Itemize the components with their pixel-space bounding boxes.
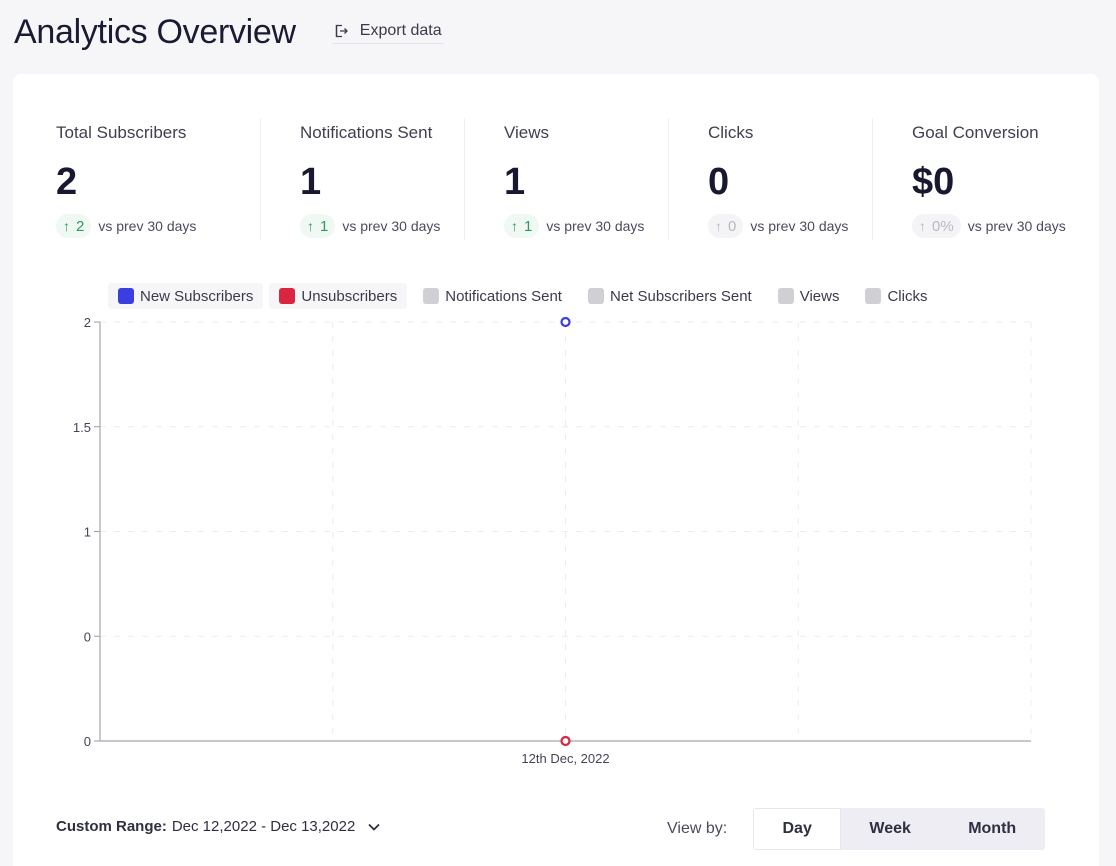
y-tick-label: 0 — [84, 734, 91, 749]
data-point-new-subscribers — [560, 316, 571, 328]
chevron-down-icon — [368, 823, 380, 831]
data-point-unsubscribers — [560, 735, 571, 747]
y-tick-label: 1.5 — [73, 420, 91, 435]
range-value: Dec 12,2022 - Dec 13,2022 — [171, 818, 356, 835]
analytics-card: Total Subscribers 2 ↑ 2 vs prev 30 days N… — [13, 74, 1099, 866]
view-week-button[interactable]: Week — [841, 808, 940, 850]
y-tick-label: 0 — [84, 629, 91, 644]
view-by-control: View by: Day Week Month — [667, 808, 1046, 850]
export-data-label: Export data — [359, 22, 442, 39]
export-icon — [335, 24, 348, 38]
view-day-button[interactable]: Day — [753, 808, 842, 850]
page-title: Analytics Overview — [14, 12, 296, 51]
view-month-button[interactable]: Month — [939, 808, 1046, 850]
chart-controls: Custom Range: Dec 12,2022 - Dec 13,2022 … — [56, 808, 1056, 852]
range-label: Custom Range: — [56, 818, 167, 835]
page-header: Analytics Overview Export data — [14, 10, 444, 54]
line-chart: 0 0 1 1.5 2 12th Dec, 2022 — [73, 315, 1032, 766]
view-by-segmented: Day Week Month — [753, 808, 1046, 850]
x-tick-label: 12th Dec, 2022 — [521, 751, 609, 766]
y-tick-label: 2 — [84, 315, 91, 330]
y-tick-label: 1 — [84, 525, 91, 540]
view-by-label: View by: — [667, 820, 728, 837]
date-range-dropdown[interactable]: Custom Range: Dec 12,2022 - Dec 13,2022 — [56, 818, 381, 835]
export-data-button[interactable]: Export data — [331, 20, 444, 44]
